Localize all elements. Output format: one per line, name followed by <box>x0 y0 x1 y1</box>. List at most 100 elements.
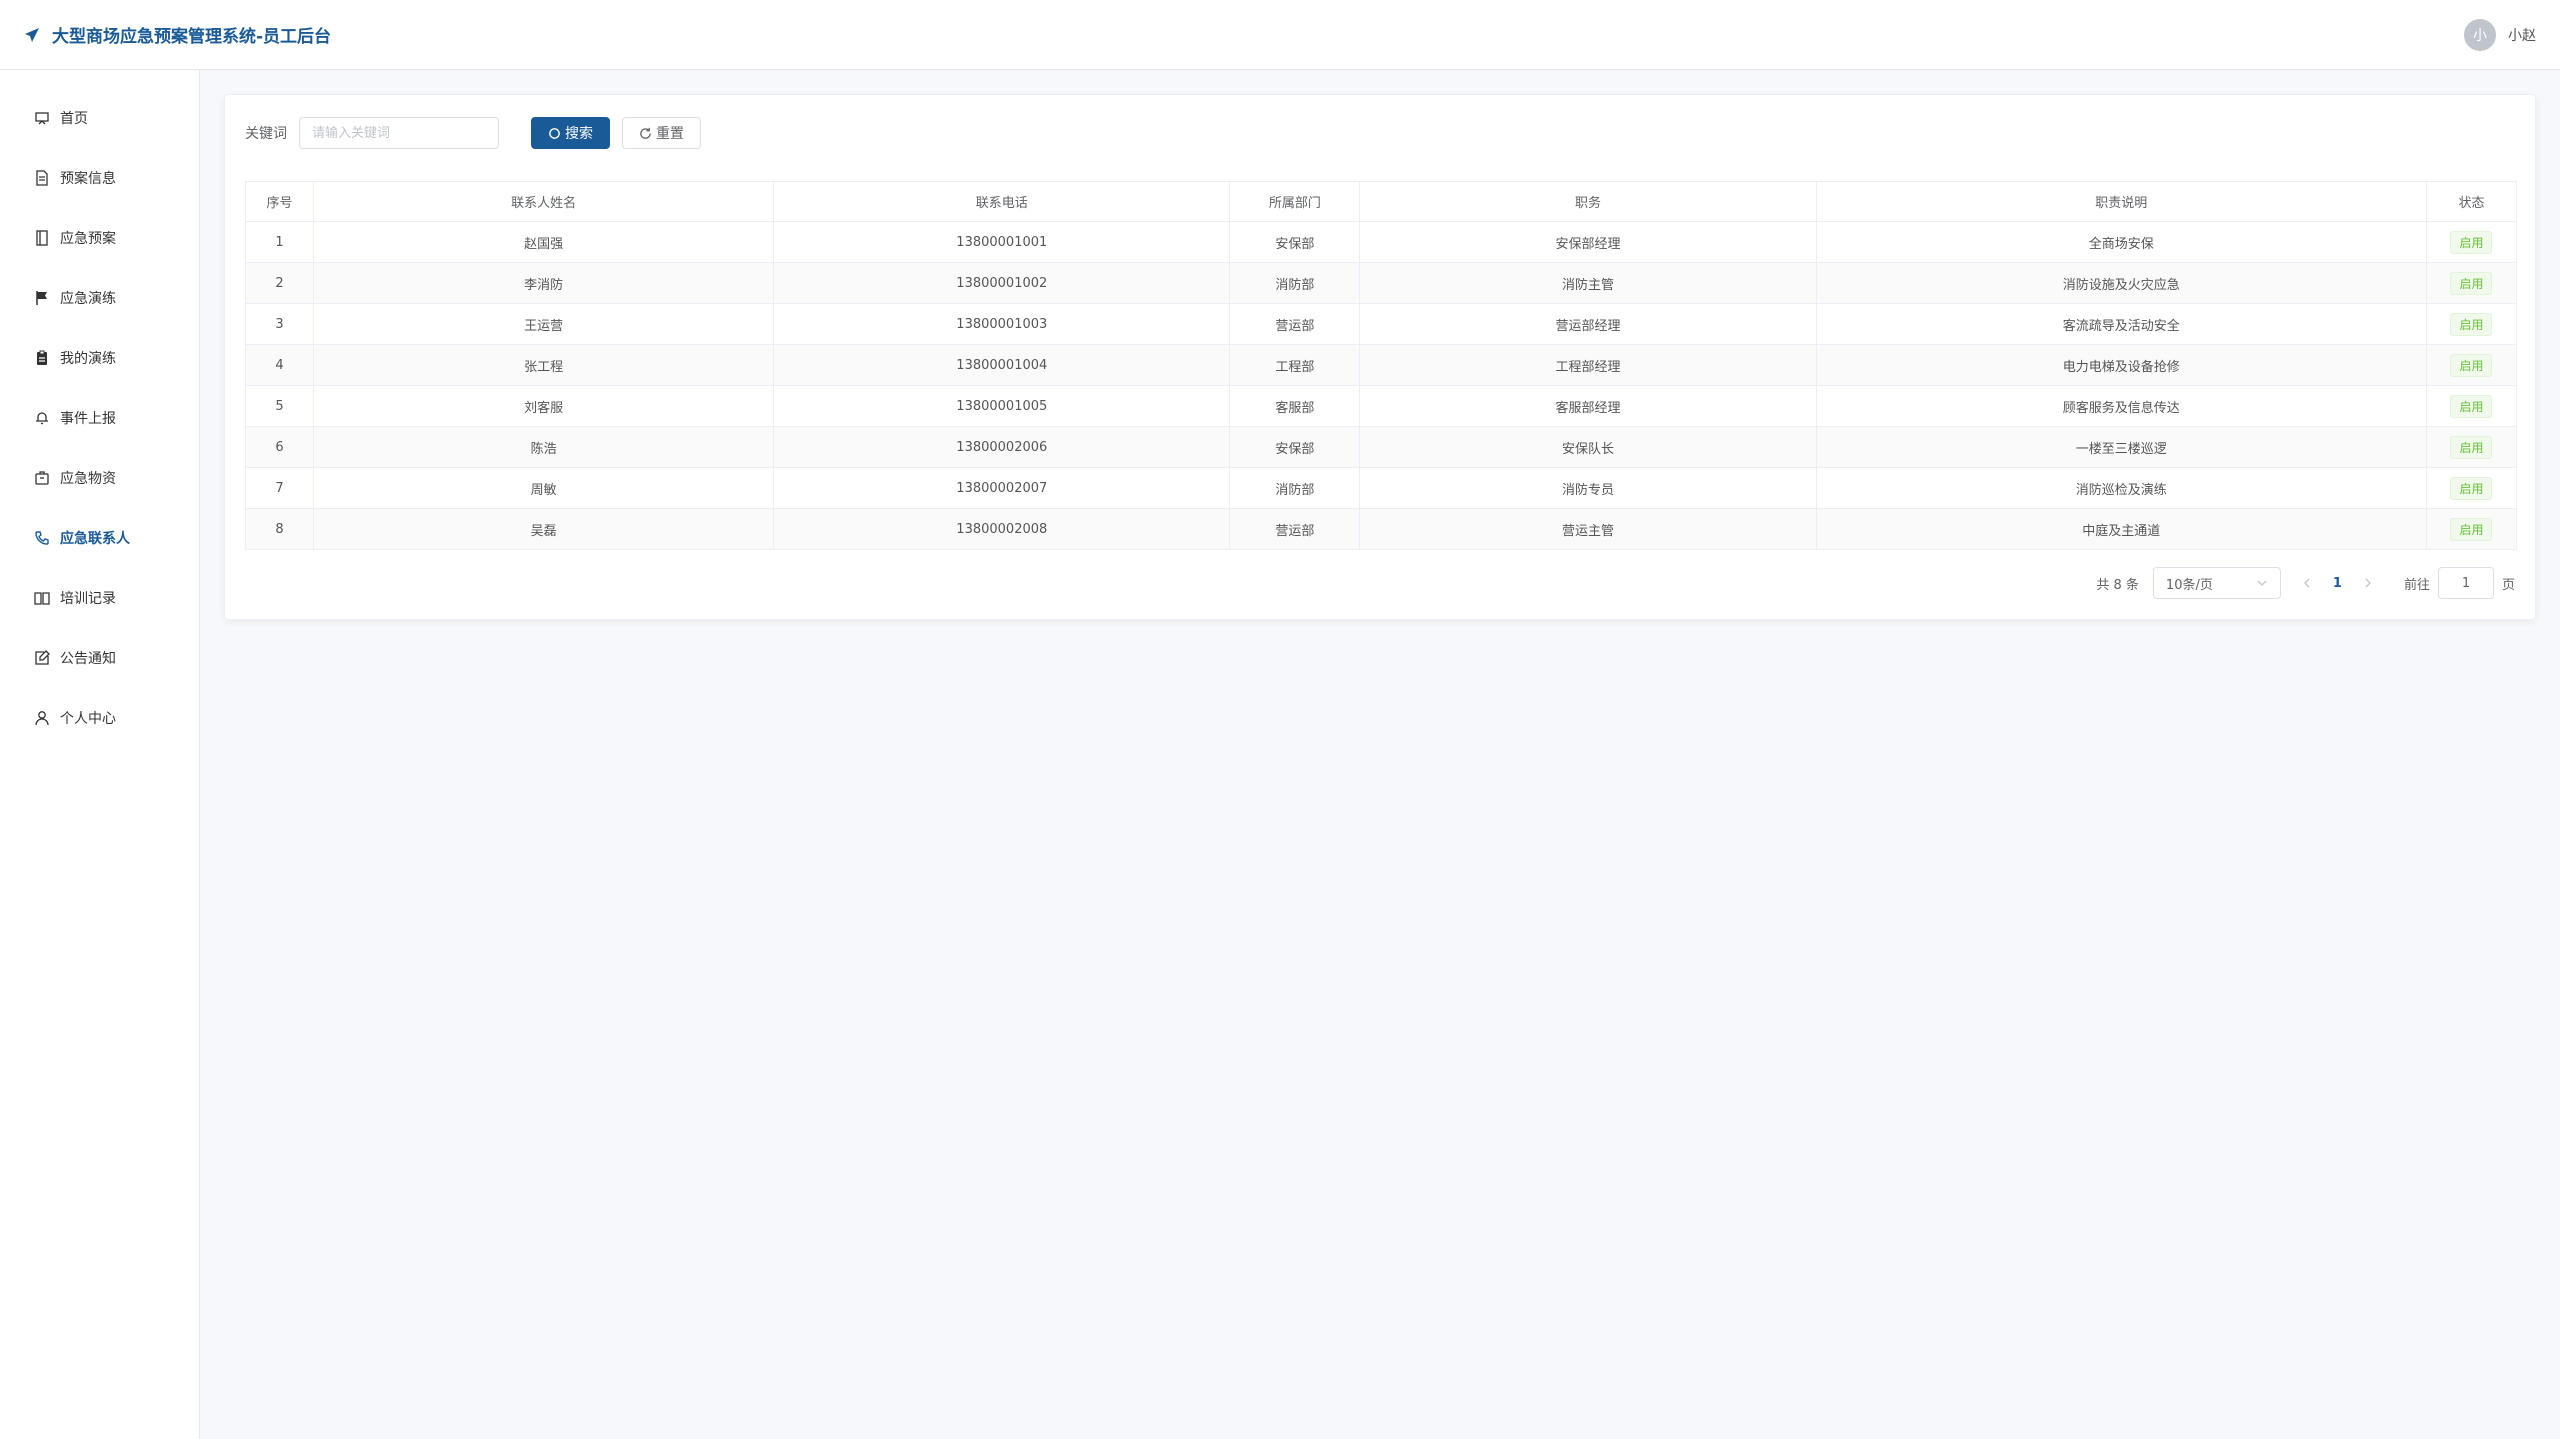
table-row[interactable]: 4 张工程 13800001004 工程部 工程部经理 电力电梯及设备抢修 启用 <box>245 344 2518 386</box>
cell-status: 启用 <box>2426 426 2518 468</box>
table-row[interactable]: 3 王运营 13800001003 营运部 营运部经理 客流疏导及活动安全 启用 <box>245 303 2518 345</box>
status-badge: 启用 <box>2450 312 2493 336</box>
reset-button[interactable]: 重置 <box>622 117 701 149</box>
sidebar-item-label: 事件上报 <box>60 411 116 427</box>
cell-status: 启用 <box>2426 344 2518 386</box>
sidebar-item-label: 首页 <box>60 111 88 127</box>
cell-status: 启用 <box>2426 467 2518 509</box>
page-size-value: 10条/页 <box>2165 577 2213 593</box>
sidebar-item-incident-report[interactable]: 事件上报 <box>0 388 199 448</box>
cell-index: 3 <box>245 303 315 345</box>
cell-duty: 客流疏导及活动安全 <box>1816 303 2427 345</box>
cell-name: 周敏 <box>313 467 775 509</box>
sidebar-item-label: 个人中心 <box>60 711 116 727</box>
cell-name: 王运营 <box>313 303 775 345</box>
cell-position: 营运主管 <box>1359 508 1817 550</box>
status-badge: 启用 <box>2450 476 2493 500</box>
sidebar-item-profile[interactable]: 个人中心 <box>0 688 199 748</box>
column-header-phone[interactable]: 联系电话 <box>773 181 1231 222</box>
cell-phone: 13800001002 <box>773 262 1231 304</box>
sidebar-item-drill[interactable]: 应急演练 <box>0 268 199 328</box>
cell-position: 消防主管 <box>1359 262 1817 304</box>
username[interactable]: 小赵 <box>2508 25 2536 45</box>
status-badge: 启用 <box>2450 435 2493 459</box>
prev-page-button[interactable] <box>2295 577 2319 589</box>
search-button[interactable]: 搜索 <box>531 117 610 149</box>
goto-page-input[interactable] <box>2437 567 2494 599</box>
avatar[interactable]: 小 <box>2464 18 2496 51</box>
chevron-left-icon <box>2304 578 2310 588</box>
pagination: 共 8 条 10条/页 1 前往 页 <box>2096 567 2515 599</box>
sidebar-item-plan-info[interactable]: 预案信息 <box>0 148 199 208</box>
next-page-button[interactable] <box>2356 577 2380 589</box>
paper-plane-icon <box>25 27 39 42</box>
user-menu[interactable]: 小 小赵 <box>2464 18 2536 51</box>
status-badge: 启用 <box>2450 394 2493 418</box>
status-badge: 启用 <box>2450 353 2493 377</box>
cell-name: 刘客服 <box>313 385 775 427</box>
page-number-current[interactable]: 1 <box>2333 576 2342 591</box>
cell-name: 吴磊 <box>313 508 775 550</box>
cell-status: 启用 <box>2426 262 2518 304</box>
cell-phone: 13800001003 <box>773 303 1231 345</box>
column-header-position[interactable]: 职务 <box>1359 181 1817 222</box>
open-book-icon <box>34 592 50 605</box>
keyword-input[interactable] <box>299 117 499 149</box>
table-row[interactable]: 1 赵国强 13800001001 安保部 安保部经理 全商场安保 启用 <box>245 221 2518 263</box>
cell-position: 工程部经理 <box>1359 344 1817 386</box>
cell-index: 7 <box>245 467 315 509</box>
cell-duty: 电力电梯及设备抢修 <box>1816 344 2427 386</box>
sidebar-item-notices[interactable]: 公告通知 <box>0 628 199 688</box>
cell-phone: 13800001005 <box>773 385 1231 427</box>
document-icon <box>36 170 48 186</box>
column-header-name[interactable]: 联系人姓名 <box>313 181 775 222</box>
search-icon <box>549 127 560 139</box>
main-panel: 关键词 搜索 重置 序号 联系人姓名 联系电话 所属部门 职务 职责说明 状态 <box>224 94 2536 620</box>
table-row[interactable]: 5 刘客服 13800001005 客服部 客服部经理 顾客服务及信息传达 启用 <box>245 385 2518 427</box>
table-row[interactable]: 6 陈浩 13800002006 安保部 安保队长 一楼至三楼巡逻 启用 <box>245 426 2518 468</box>
notice-icon <box>35 650 50 665</box>
cell-position: 营运部经理 <box>1359 303 1817 345</box>
goto-suffix: 页 <box>2501 577 2515 593</box>
cell-department: 营运部 <box>1229 303 1361 345</box>
sidebar-item-label: 应急演练 <box>60 291 116 307</box>
keyword-label: 关键词 <box>245 126 287 142</box>
cell-status: 启用 <box>2426 221 2518 263</box>
sidebar-item-home[interactable]: 首页 <box>0 88 199 148</box>
cell-position: 安保部经理 <box>1359 221 1817 263</box>
sidebar-item-training[interactable]: 培训记录 <box>0 568 199 628</box>
chevron-down-icon <box>2257 580 2267 586</box>
cell-status: 启用 <box>2426 508 2518 550</box>
status-badge: 启用 <box>2450 230 2493 254</box>
status-badge: 启用 <box>2450 271 2493 295</box>
sidebar: 首页 预案信息 应急预案 应急演练 我的演练 事件上报 应急物资 应急联系人 培… <box>0 70 200 1439</box>
search-button-label: 搜索 <box>565 126 593 142</box>
cell-department: 消防部 <box>1229 467 1361 509</box>
cell-index: 5 <box>245 385 315 427</box>
sidebar-item-label: 公告通知 <box>60 651 116 667</box>
reset-button-label: 重置 <box>656 126 684 142</box>
column-header-duty[interactable]: 职责说明 <box>1815 181 2427 222</box>
search-toolbar: 关键词 搜索 重置 <box>245 115 2515 151</box>
table-row[interactable]: 7 周敏 13800002007 消防部 消防专员 消防巡检及演练 启用 <box>245 467 2518 509</box>
sidebar-item-emergency-plan[interactable]: 应急预案 <box>0 208 199 268</box>
cell-phone: 13800002007 <box>773 467 1231 509</box>
page-size-select[interactable]: 10条/页 <box>2152 567 2281 599</box>
book-icon <box>36 230 48 246</box>
cell-status: 启用 <box>2426 303 2518 345</box>
column-header-status[interactable]: 状态 <box>2425 181 2518 222</box>
column-header-department[interactable]: 所属部门 <box>1229 181 1361 222</box>
table-row[interactable]: 2 李消防 13800001002 消防部 消防主管 消防设施及火灾应急 启用 <box>245 262 2518 304</box>
sidebar-item-my-drill[interactable]: 我的演练 <box>0 328 199 388</box>
sidebar-item-contacts[interactable]: 应急联系人 <box>0 508 199 568</box>
sidebar-item-label: 应急物资 <box>60 471 116 487</box>
table-row[interactable]: 8 吴磊 13800002008 营运部 营运主管 中庭及主通道 启用 <box>245 508 2518 550</box>
sidebar-item-supplies[interactable]: 应急物资 <box>0 448 199 508</box>
table-header-row: 序号 联系人姓名 联系电话 所属部门 职务 职责说明 状态 <box>244 181 2518 222</box>
column-header-index[interactable]: 序号 <box>244 181 315 222</box>
cell-index: 4 <box>245 344 315 386</box>
cell-duty: 一楼至三楼巡逻 <box>1816 426 2427 468</box>
cell-duty: 消防设施及火灾应急 <box>1816 262 2427 304</box>
cell-phone: 13800002008 <box>773 508 1231 550</box>
cell-duty: 中庭及主通道 <box>1816 508 2427 550</box>
